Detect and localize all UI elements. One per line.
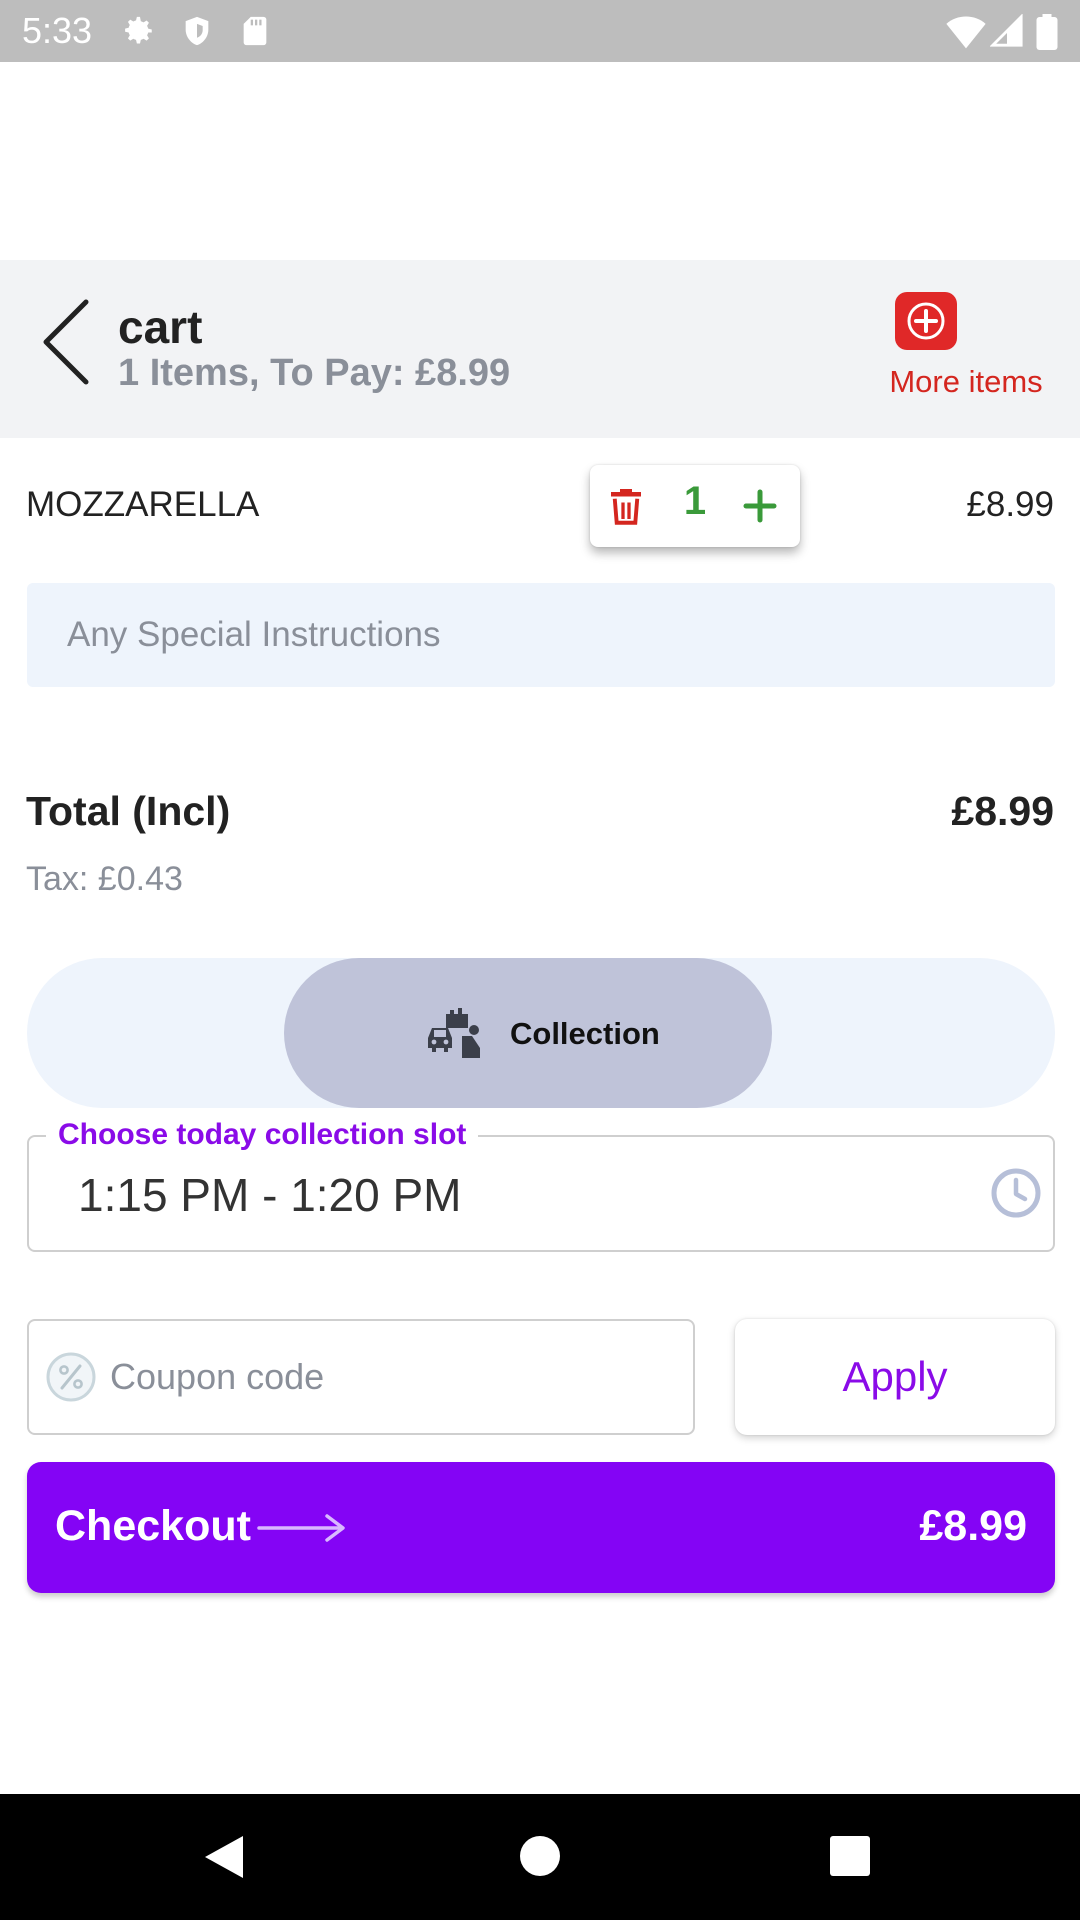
collection-label: Collection: [510, 1016, 660, 1051]
navigation-bar: [0, 1794, 1080, 1920]
sd-card-icon: [243, 16, 267, 46]
car-shop-icon: [428, 1008, 480, 1058]
total-value: £8.99: [951, 788, 1054, 834]
status-time: 5:33: [22, 10, 93, 51]
checkout-label: Checkout: [55, 1502, 251, 1550]
more-items-button[interactable]: [895, 292, 957, 350]
collection-slot-label: Choose today collection slot: [46, 1118, 479, 1152]
total-label: Total (Incl): [26, 788, 231, 834]
page-title: cart: [118, 301, 203, 353]
back-arrow-icon[interactable]: [36, 296, 96, 388]
trash-icon[interactable]: [608, 487, 644, 527]
collection-slot-value[interactable]: 1:15 PM - 1:20 PM: [78, 1168, 462, 1222]
more-items-label[interactable]: More items: [866, 364, 1066, 400]
checkout-button[interactable]: Checkout £8.99: [27, 1462, 1055, 1593]
signal-icon: [990, 14, 1023, 47]
status-bar: 5:33: [0, 0, 1080, 62]
gear-icon: [125, 16, 152, 44]
instructions-placeholder: Any Special Instructions: [67, 615, 441, 654]
clock-icon[interactable]: [990, 1167, 1042, 1219]
shield-icon: [185, 16, 209, 46]
apply-coupon-button[interactable]: Apply: [735, 1319, 1055, 1435]
item-price: £8.99: [966, 485, 1054, 524]
percent-icon: [46, 1352, 96, 1402]
arrow-right-icon: [257, 1514, 345, 1542]
tax-label: Tax: £0.43: [26, 860, 183, 898]
item-name: MOZZARELLA: [26, 485, 260, 524]
cart-screen: 5:33 cart 1 Items, To Pay: £8.99 More it…: [0, 0, 1080, 1920]
wifi-icon: [946, 16, 986, 49]
plus-icon: [907, 302, 945, 340]
plus-icon[interactable]: [740, 486, 780, 526]
special-instructions-field[interactable]: Any Special Instructions: [27, 583, 1055, 687]
cart-summary: 1 Items, To Pay: £8.99: [118, 352, 511, 394]
quantity-stepper: 1: [590, 465, 800, 547]
quantity-value: 1: [683, 479, 707, 523]
nav-home-icon[interactable]: [520, 1836, 560, 1876]
checkout-price: £8.99: [919, 1502, 1027, 1550]
battery-icon: [1036, 14, 1058, 50]
nav-back-icon[interactable]: [203, 1834, 245, 1880]
coupon-input[interactable]: [110, 1351, 670, 1403]
nav-recents-icon[interactable]: [830, 1836, 870, 1876]
